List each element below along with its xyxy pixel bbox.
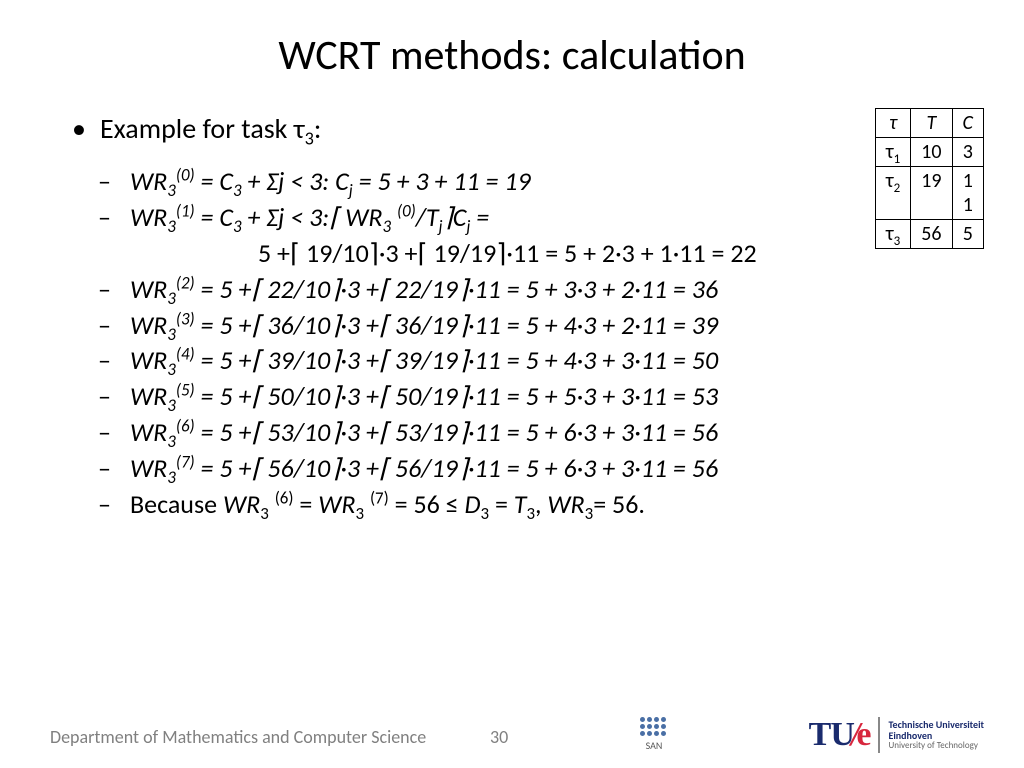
department-label: Department of Mathematics and Computer S… [50, 726, 426, 748]
conclusion-line: Because WR3 (6) = WR3 (7) = 56 ≤ D3 = T3… [130, 487, 974, 523]
page-number: 30 [490, 726, 508, 748]
divider-icon [878, 717, 880, 753]
iteration-line-7: WR3(7) = 5 +⌈ 56/10⌉·3 +⌈ 56/19⌉·11 = 5 … [130, 451, 974, 487]
tue-mark: TU/e [809, 716, 871, 754]
iteration-line-4: WR3(4) = 5 +⌈ 39/10⌉·3 +⌈ 39/19⌉·11 = 5 … [130, 343, 974, 379]
iteration-line-2: WR3(2) = 5 +⌈ 22/10⌉·3 +⌈ 22/19⌉·11 = 5 … [130, 272, 974, 308]
tue-university-text: Technische Universiteit Eindhoven Univer… [888, 719, 984, 751]
san-logo: SAN [640, 717, 668, 752]
iteration-line-1: WR3(1) = C3 + Σj < 3:⌈ WR3 (0)/Tj⌉Cj = 5… [130, 200, 974, 272]
example-bullet: Example for task τ3: [100, 111, 974, 146]
tue-logo: TU/e Technische Universiteit Eindhoven U… [809, 716, 984, 754]
iteration-line-5: WR3(5) = 5 +⌈ 50/10⌉·3 +⌈ 50/19⌉·11 = 5 … [130, 379, 974, 415]
iteration-line-6: WR3(6) = 5 +⌈ 53/10⌉·3 +⌈ 53/19⌉·11 = 5 … [130, 415, 974, 451]
content-area: Example for task τ3: WR3(0) = C3 + Σj < … [50, 111, 974, 523]
iteration-line-0: WR3(0) = C3 + Σj < 3: Cj = 5 + 3 + 11 = … [130, 164, 974, 200]
slide-title: WCRT methods: calculation [50, 30, 974, 81]
dots-icon [640, 717, 668, 737]
iteration-line-3: WR3(3) = 5 +⌈ 36/10⌉·3 +⌈ 36/19⌉·11 = 5 … [130, 308, 974, 344]
slide: WCRT methods: calculation τ T C τ1 10 3 … [0, 0, 1024, 768]
footer: Department of Mathematics and Computer S… [0, 708, 1024, 748]
